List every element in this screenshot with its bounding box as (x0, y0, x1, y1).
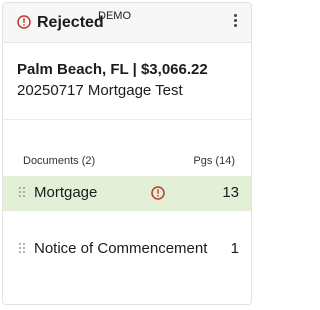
divider (3, 119, 251, 120)
drag-handle-icon[interactable] (19, 243, 27, 255)
document-card: Rejected DEMO Palm Beach, FL | $3,066.22… (2, 2, 252, 305)
document-name: Mortgage (34, 184, 98, 201)
drag-handle-icon[interactable] (19, 187, 27, 199)
alert-circle-icon (151, 186, 165, 200)
documents-count-header: Documents (2) (23, 155, 96, 167)
document-page-count: 13 (222, 184, 239, 201)
status-label: Rejected (37, 14, 104, 31)
card-header: Rejected DEMO (3, 3, 251, 43)
document-row-notice-of-commencement[interactable]: Notice of Commencement 1 (3, 232, 251, 267)
document-page-count: 1 (230, 240, 239, 257)
kebab-menu-icon[interactable] (231, 13, 239, 31)
pages-count-header: Pgs (14) (193, 155, 235, 167)
alert-circle-icon (17, 15, 31, 29)
document-name: Notice of Commencement (34, 240, 208, 257)
document-row-mortgage[interactable]: Mortgage 13 (3, 176, 251, 211)
file-title: Palm Beach, FL | $3,066.22 (17, 61, 208, 78)
file-subtitle: 20250717 Mortgage Test (17, 82, 183, 99)
demo-tag: DEMO (98, 10, 131, 22)
